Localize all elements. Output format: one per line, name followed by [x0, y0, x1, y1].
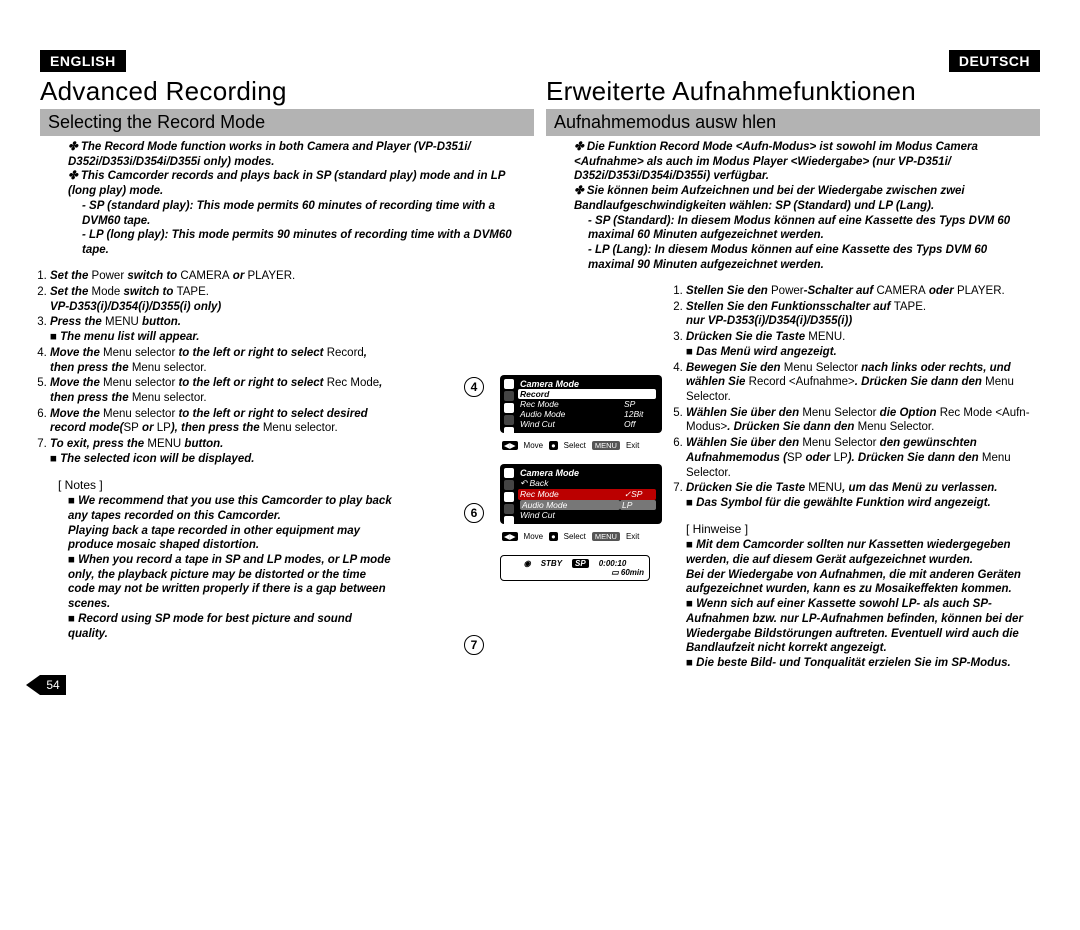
- osd-menu-1: Camera Mode Record Rec ModeSP Audio Mode…: [500, 375, 662, 433]
- fig-num-7: 7: [464, 635, 484, 655]
- osd-menu-2: Camera Mode ↶ Back Rec Mode✓SP Audio Mod…: [500, 464, 662, 524]
- notes-label-en: [ Notes ]: [58, 478, 534, 492]
- subtitle-en: Selecting the Record Mode: [40, 109, 534, 136]
- fig-num-4: 4: [464, 377, 484, 397]
- intro1-de: ✤ Die Funktion Record Mode <Aufn-Modus> …: [574, 140, 1034, 184]
- title-de: Erweiterte Aufnahmefunktionen: [546, 76, 1040, 107]
- intro1-en: ✤ The Record Mode function works in both…: [68, 140, 528, 169]
- intro2-de: ✤ Sie können beim Aufzeichnen und bei de…: [574, 184, 1034, 213]
- figures: 4 Camera Mode Record Rec ModeSP Audio Mo…: [488, 375, 672, 581]
- intro2-en: ✤ This Camcorder records and plays back …: [68, 169, 528, 198]
- lang-de: DEUTSCH: [949, 50, 1040, 72]
- sp-en: - SP (standard play): This mode permits …: [68, 199, 528, 228]
- fig-num-6: 6: [464, 503, 484, 523]
- osd-foot-2: ◀▶Move ●Select MENUExit: [502, 532, 672, 541]
- notes-label-de: [ Hinweise ]: [686, 522, 1040, 536]
- title-en: Advanced Recording: [40, 76, 534, 107]
- sp-de: - SP (Standard): In diesem Modus können …: [574, 214, 1034, 243]
- subtitle-de: Aufnahmemodus ausw hlen: [546, 109, 1040, 136]
- lp-de: - LP (Lang): In diesem Modus können auf …: [574, 243, 1034, 272]
- steps-en: Set the Power switch to CAMERA or PLAYER…: [40, 269, 534, 466]
- stby-screen: ◉ STBY SP 0:00:10 ▭ 60min: [500, 555, 650, 581]
- lp-en: - LP (long play): This mode permits 90 m…: [68, 228, 528, 257]
- lang-en: ENGLISH: [40, 50, 126, 72]
- osd-foot-1: ◀▶Move ●Select MENUExit: [502, 441, 672, 450]
- page-number: 54: [40, 675, 66, 695]
- notes-en: ■ We recommend that you use this Camcord…: [40, 494, 534, 641]
